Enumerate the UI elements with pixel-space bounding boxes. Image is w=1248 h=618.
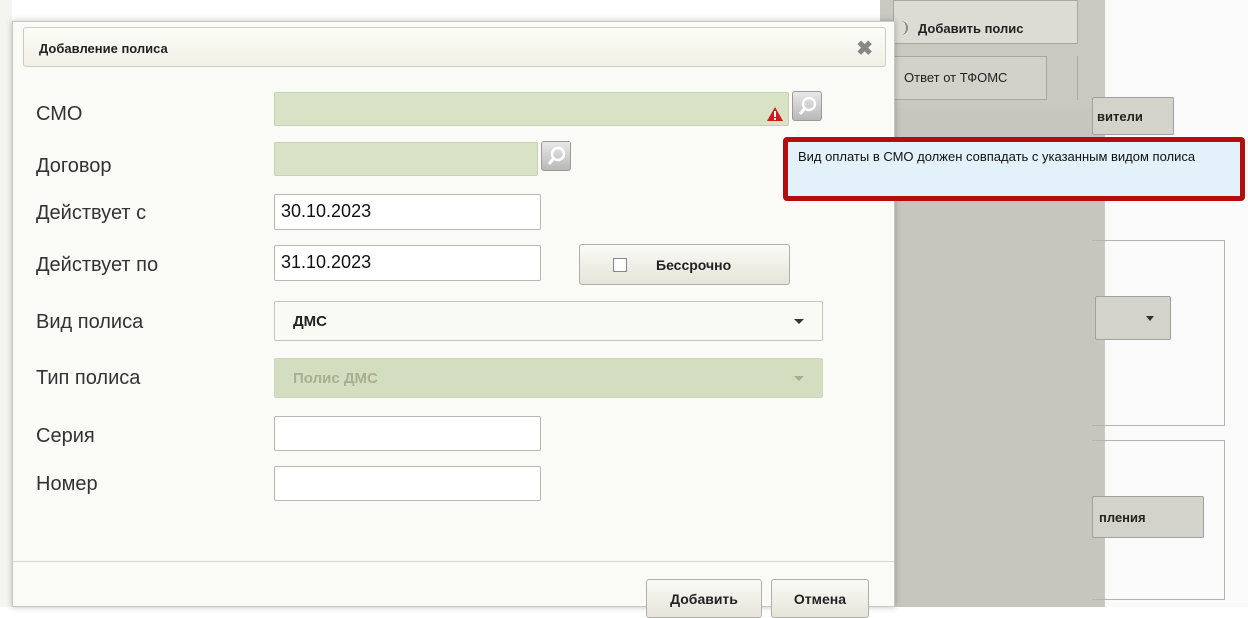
add-button[interactable]: Добавить bbox=[646, 579, 762, 618]
background-representatives-button[interactable]: вители bbox=[1092, 97, 1174, 135]
policy-type-select: Полис ДМС bbox=[274, 358, 823, 398]
background-attachment-button[interactable]: пления bbox=[1092, 496, 1204, 538]
close-icon[interactable]: ✖ bbox=[856, 36, 873, 61]
indefinite-checkbox[interactable] bbox=[613, 258, 627, 272]
valid-to-label: Действует по bbox=[36, 254, 159, 276]
contract-search-button[interactable] bbox=[541, 141, 571, 171]
series-field[interactable] bbox=[274, 416, 541, 451]
contract-field[interactable] bbox=[274, 142, 538, 176]
number-field[interactable] bbox=[274, 466, 541, 501]
chevron-down-icon bbox=[1146, 316, 1154, 321]
valid-from-field[interactable]: 30.10.2023 bbox=[274, 194, 541, 230]
chevron-down-icon bbox=[794, 319, 804, 324]
search-icon bbox=[798, 96, 817, 115]
smo-search-button[interactable] bbox=[792, 91, 822, 121]
tab-tfoms-label: Ответ от ТФОМС bbox=[904, 70, 1008, 85]
valid-from-label: Действует с bbox=[36, 202, 147, 224]
dialog-divider bbox=[13, 561, 894, 562]
policy-kind-value: ДМС bbox=[293, 313, 328, 330]
add-policy-dialog: Добавление полиса ✖ СМО Договор Действуе… bbox=[12, 21, 895, 618]
policy-kind-select[interactable]: ДМС bbox=[274, 301, 823, 341]
tab-add-policy[interactable]: Добавить полис bbox=[893, 0, 1078, 44]
indefinite-toggle-button[interactable]: Бессрочно bbox=[579, 244, 790, 285]
contract-label: Договор bbox=[36, 155, 112, 177]
policy-type-label: Тип полиса bbox=[36, 367, 141, 389]
tab-tfoms-response[interactable]: Ответ от ТФОМС bbox=[893, 56, 1047, 100]
validation-tooltip: Вид оплаты в СМО должен совпадать с указ… bbox=[783, 137, 1245, 201]
search-icon bbox=[547, 146, 566, 165]
smo-field[interactable] bbox=[274, 92, 789, 126]
background-button-label: пления bbox=[1099, 510, 1146, 525]
chevron-down-icon bbox=[794, 376, 804, 381]
tab-strip-filler bbox=[1047, 56, 1078, 100]
series-label: Серия bbox=[36, 425, 95, 447]
background-left-strip bbox=[0, 0, 12, 607]
background-button-label: вители bbox=[1097, 109, 1143, 124]
policy-type-value: Полис ДМС bbox=[293, 370, 378, 387]
smo-label: СМО bbox=[36, 103, 83, 125]
tab-add-policy-label: Добавить полис bbox=[918, 21, 1024, 36]
tooltip-text: Вид оплаты в СМО должен совпадать с указ… bbox=[788, 142, 1240, 196]
background-select[interactable] bbox=[1095, 296, 1171, 340]
valid-to-field[interactable]: 31.10.2023 bbox=[274, 245, 541, 281]
dialog-title: Добавление полиса bbox=[39, 41, 168, 56]
tab-notch bbox=[900, 21, 908, 35]
policy-kind-label: Вид полиса bbox=[36, 311, 144, 333]
cancel-button[interactable]: Отмена bbox=[771, 579, 869, 618]
warning-icon bbox=[766, 106, 784, 127]
dialog-header: Добавление полиса ✖ bbox=[23, 27, 886, 67]
indefinite-label: Бессрочно bbox=[656, 257, 732, 273]
number-label: Номер bbox=[36, 473, 98, 495]
